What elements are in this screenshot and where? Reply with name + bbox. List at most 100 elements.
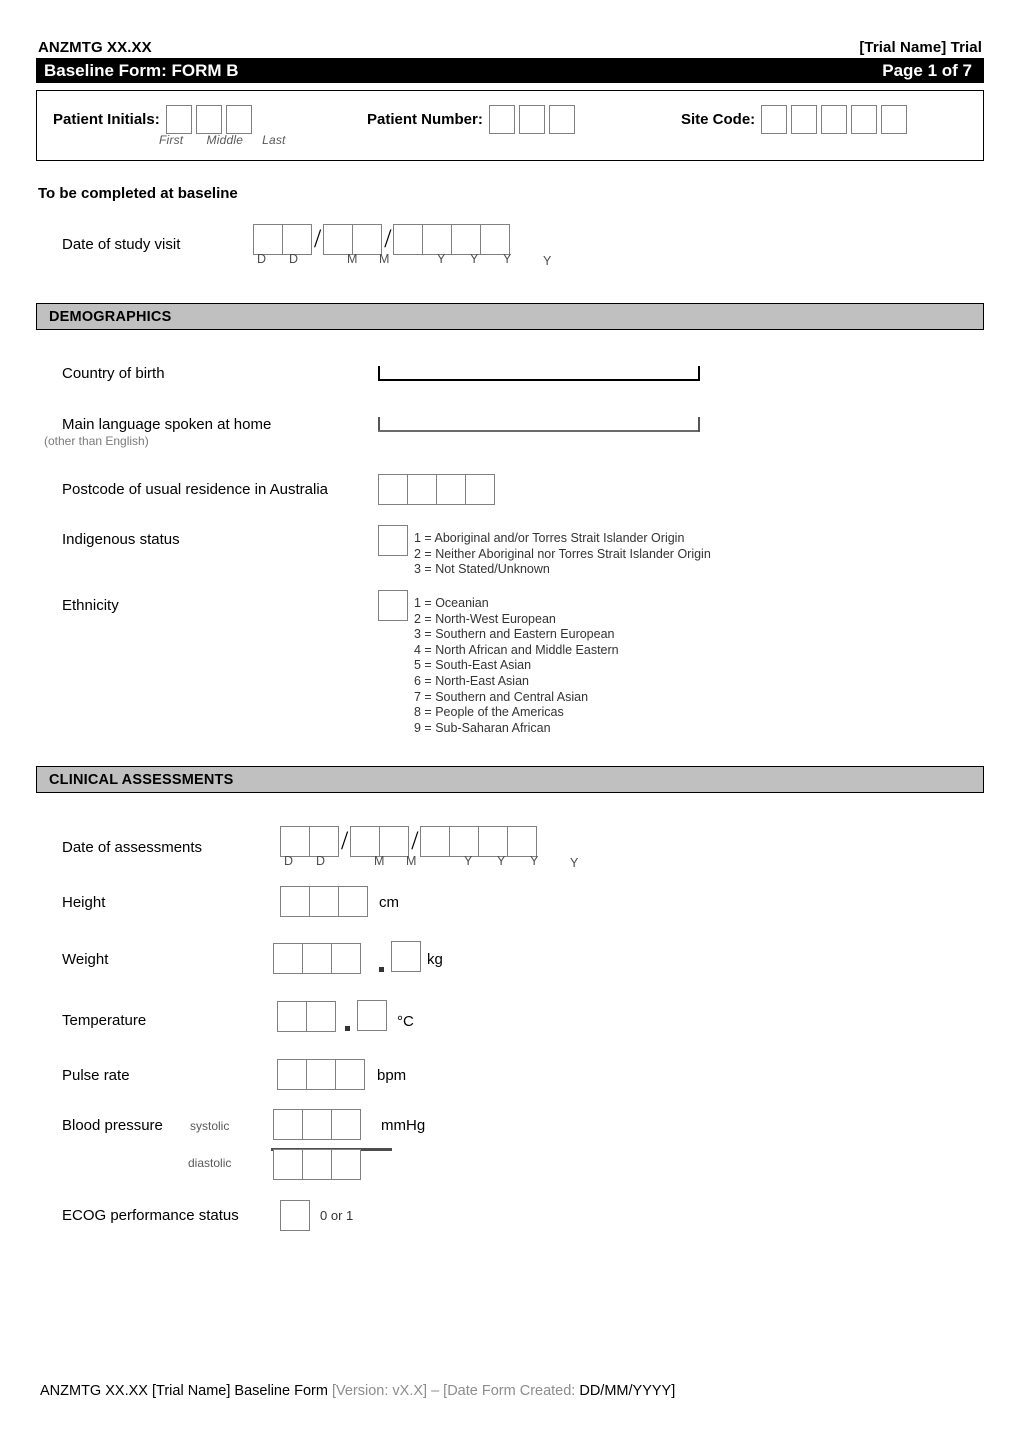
- height-input[interactable]: [280, 886, 368, 917]
- form-page: ANZMTG XX.XX [Trial Name] Trial Baseline…: [0, 0, 1020, 1443]
- assessment-date-input[interactable]: / /: [280, 826, 538, 857]
- postcode-box-4[interactable]: [465, 474, 495, 505]
- site-code-box-3[interactable]: [821, 105, 848, 134]
- site-code-group: Site Code:: [681, 105, 908, 134]
- study-visit-day-group[interactable]: [253, 224, 312, 255]
- assessment-day-box-2[interactable]: [309, 826, 339, 857]
- postcode-box-2[interactable]: [407, 474, 437, 505]
- header-top-row: ANZMTG XX.XX [Trial Name] Trial: [38, 36, 982, 56]
- patient-number-box-2[interactable]: [518, 105, 545, 134]
- main-language-input[interactable]: [378, 416, 700, 432]
- ethnicity-box[interactable]: [378, 590, 408, 621]
- patient-number-input[interactable]: [488, 105, 575, 134]
- initial-last-box[interactable]: [225, 105, 252, 134]
- weight-box-1[interactable]: [273, 943, 303, 974]
- systolic-box-3[interactable]: [331, 1109, 361, 1140]
- assessment-year-box-2[interactable]: [449, 826, 480, 857]
- temperature-decimal-point: [345, 1026, 350, 1031]
- pulse-rate-box-3[interactable]: [335, 1059, 365, 1090]
- date-separator-2: /: [384, 224, 392, 253]
- assessment-day-group[interactable]: [280, 826, 339, 857]
- study-visit-year-group[interactable]: [393, 224, 511, 255]
- pulse-rate-box-1[interactable]: [277, 1059, 307, 1090]
- patient-initials-sublabels: First Middle Last: [159, 133, 286, 147]
- ethnicity-input[interactable]: [378, 590, 408, 621]
- assessment-month-box-2[interactable]: [379, 826, 410, 857]
- site-code-box-1[interactable]: [761, 105, 788, 134]
- study-visit-year-box-4[interactable]: [480, 224, 511, 255]
- weight-decimal-box[interactable]: [391, 941, 421, 972]
- systolic-box-1[interactable]: [273, 1109, 303, 1140]
- weight-box-3[interactable]: [331, 943, 361, 974]
- assessment-year-group[interactable]: [420, 826, 538, 857]
- postcode-box-1[interactable]: [378, 474, 408, 505]
- assessment-year-box-1[interactable]: [420, 826, 451, 857]
- diastolic-box-3[interactable]: [331, 1149, 361, 1180]
- initial-middle-box[interactable]: [195, 105, 222, 134]
- ecog-box[interactable]: [280, 1200, 310, 1231]
- diastolic-box-2[interactable]: [302, 1149, 332, 1180]
- study-visit-dmy-y1: Y: [437, 252, 446, 266]
- height-box-2[interactable]: [309, 886, 339, 917]
- trial-code: ANZMTG XX.XX: [38, 39, 152, 56]
- temperature-box-1[interactable]: [277, 1001, 307, 1032]
- page-number: Page 1 of 7: [882, 60, 972, 80]
- site-code-box-5[interactable]: [881, 105, 908, 134]
- weight-unit: kg: [427, 951, 443, 968]
- study-visit-month-box-1[interactable]: [323, 224, 354, 255]
- indigenous-status-input[interactable]: [378, 525, 408, 556]
- country-of-birth-input[interactable]: [378, 365, 700, 381]
- ecog-input[interactable]: [280, 1200, 310, 1231]
- assessment-month-box-1[interactable]: [350, 826, 381, 857]
- site-code-box-4[interactable]: [851, 105, 878, 134]
- blood-pressure-diastolic-input[interactable]: [273, 1149, 361, 1180]
- height-box-3[interactable]: [338, 886, 368, 917]
- temperature-box-2[interactable]: [306, 1001, 336, 1032]
- pulse-rate-box-2[interactable]: [306, 1059, 336, 1090]
- weight-box-2[interactable]: [302, 943, 332, 974]
- patient-number-box-1[interactable]: [488, 105, 515, 134]
- study-visit-year-box-2[interactable]: [422, 224, 453, 255]
- initial-middle-sublabel: Middle: [206, 133, 244, 147]
- temperature-decimal-input[interactable]: [357, 1000, 387, 1031]
- ecog-hint: 0 or 1: [320, 1208, 354, 1223]
- postcode-box-3[interactable]: [436, 474, 466, 505]
- blood-pressure-systolic-input[interactable]: [273, 1109, 361, 1140]
- study-visit-month-box-2[interactable]: [352, 224, 383, 255]
- postcode-input[interactable]: [378, 474, 495, 505]
- temperature-decimal-box[interactable]: [357, 1000, 387, 1031]
- form-title: Baseline Form: FORM B: [44, 60, 239, 80]
- pulse-rate-label: Pulse rate: [62, 1067, 130, 1084]
- assessment-year-box-3[interactable]: [478, 826, 509, 857]
- indigenous-status-box[interactable]: [378, 525, 408, 556]
- assessment-dmy-y3: Y: [530, 854, 539, 868]
- footer-form-name: ANZMTG XX.XX [Trial Name] Baseline Form: [40, 1383, 332, 1399]
- assessment-day-box-1[interactable]: [280, 826, 310, 857]
- weight-whole-input[interactable]: [273, 943, 361, 974]
- assessment-year-box-4[interactable]: [507, 826, 538, 857]
- study-visit-month-group[interactable]: [323, 224, 383, 255]
- temperature-whole-input[interactable]: [277, 1001, 336, 1032]
- assessment-dmy-d1: D: [284, 854, 294, 868]
- weight-decimal-input[interactable]: [391, 941, 421, 972]
- section-title-clinical-assessments: CLINICAL ASSESSMENTS: [49, 771, 234, 788]
- patient-initials-input[interactable]: [165, 105, 252, 134]
- patient-number-box-3[interactable]: [548, 105, 575, 134]
- site-code-box-2[interactable]: [791, 105, 818, 134]
- study-visit-year-box-1[interactable]: [393, 224, 424, 255]
- patient-identification-box: Patient Initials: Patient Number: Site C…: [36, 90, 984, 161]
- initial-first-box[interactable]: [165, 105, 192, 134]
- ethnicity-options: 1 = Oceanian 2 = North-West European 3 =…: [414, 596, 619, 735]
- pulse-rate-input[interactable]: [277, 1059, 365, 1090]
- assessment-month-group[interactable]: [350, 826, 410, 857]
- systolic-box-2[interactable]: [302, 1109, 332, 1140]
- study-visit-year-box-3[interactable]: [451, 224, 482, 255]
- site-code-input[interactable]: [761, 105, 908, 134]
- study-visit-day-box-2[interactable]: [282, 224, 312, 255]
- height-box-1[interactable]: [280, 886, 310, 917]
- diastolic-box-1[interactable]: [273, 1149, 303, 1180]
- study-visit-day-box-1[interactable]: [253, 224, 283, 255]
- study-visit-date-input[interactable]: / /: [253, 224, 511, 255]
- assessment-dmy-y4: Y: [570, 856, 579, 870]
- indigenous-status-options: 1 = Aboriginal and/or Torres Strait Isla…: [414, 531, 711, 577]
